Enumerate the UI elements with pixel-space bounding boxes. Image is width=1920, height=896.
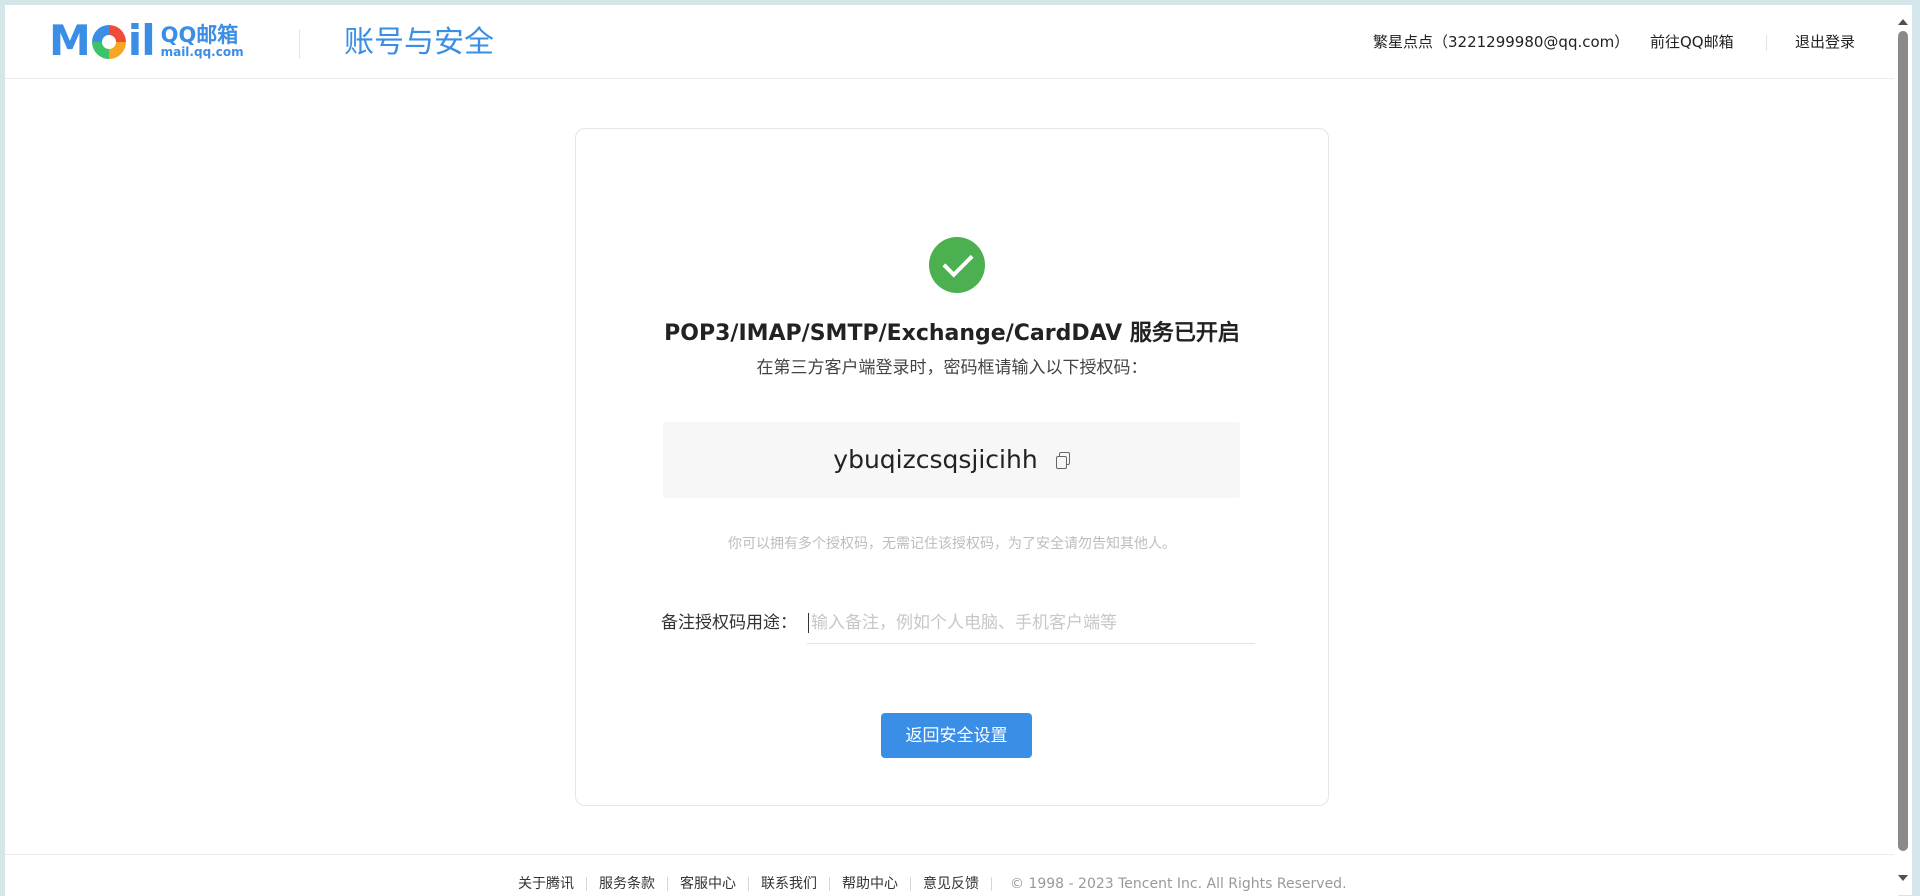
footer-separator <box>667 877 668 891</box>
copy-icon[interactable] <box>1055 452 1070 469</box>
footer-separator <box>829 877 830 891</box>
footer-link-service[interactable]: 客服中心 <box>680 875 736 893</box>
auth-code-card: POP3/IMAP/SMTP/Exchange/CardDAV 服务已开启 在第… <box>575 128 1329 806</box>
auth-code-box: ybuqizcsqsjicihh <box>663 422 1240 498</box>
logo-domain-text: mail.qq.com <box>160 44 244 59</box>
status-title: POP3/IMAP/SMTP/Exchange/CardDAV 服务已开启 <box>664 321 1240 346</box>
logout-link[interactable]: 退出登录 <box>1795 32 1855 52</box>
logo-circle-icon <box>91 25 126 59</box>
footer-separator <box>748 877 749 891</box>
status-subtitle: 在第三方客户端登录时，密码框请输入以下授权码： <box>756 358 1148 378</box>
copyright: © 1998 - 2023 Tencent Inc. All Rights Re… <box>1010 876 1347 892</box>
scroll-up-arrow-icon[interactable] <box>1898 19 1908 25</box>
scroll-down-arrow-icon[interactable] <box>1898 875 1908 881</box>
footer-separator <box>991 877 992 891</box>
footer-link-feedback[interactable]: 意见反馈 <box>923 875 979 893</box>
text-cursor <box>808 613 809 633</box>
header-divider <box>299 29 300 59</box>
user-info: 繁星点点（3221299980@qq.com） <box>1373 33 1630 51</box>
check-circle-icon <box>929 237 985 293</box>
header-link-divider <box>1766 35 1767 51</box>
footer-link-contact[interactable]: 联系我们 <box>761 875 817 893</box>
browser-page: Mil QQ邮箱 mail.qq.com 账号与安全 繁星点点（32212999… <box>5 5 1898 896</box>
footer: 关于腾讯 服务条款 客服中心 联系我们 帮助中心 意见反馈 © 1998 - 2… <box>5 854 1898 896</box>
auth-code[interactable]: ybuqizcsqsjicihh <box>833 445 1037 475</box>
footer-link-help[interactable]: 帮助中心 <box>842 875 898 893</box>
note-label: 备注授权码用途： <box>661 613 797 633</box>
logo-cn-text: QQ邮箱 <box>160 22 239 47</box>
logo-mark: Mil <box>49 16 156 65</box>
footer-link-about[interactable]: 关于腾讯 <box>518 875 574 893</box>
footer-link-terms[interactable]: 服务条款 <box>599 875 655 893</box>
scrollbar-thumb[interactable] <box>1898 31 1908 851</box>
vertical-scrollbar[interactable] <box>1894 5 1912 895</box>
header: Mil QQ邮箱 mail.qq.com 账号与安全 繁星点点（32212999… <box>5 5 1898 79</box>
go-to-mail-link[interactable]: 前往QQ邮箱 <box>1650 32 1734 52</box>
logo-text: QQ邮箱 mail.qq.com <box>161 24 244 59</box>
footer-separator <box>586 877 587 891</box>
page-title: 账号与安全 <box>344 25 494 60</box>
qq-mail-logo[interactable]: Mil QQ邮箱 mail.qq.com <box>49 19 244 63</box>
auth-code-hint: 你可以拥有多个授权码，无需记住该授权码，为了安全请勿告知其他人。 <box>728 536 1176 552</box>
footer-separator <box>910 877 911 891</box>
footer-links: 关于腾讯 服务条款 客服中心 联系我们 帮助中心 意见反馈 © 1998 - 2… <box>518 875 1347 893</box>
note-input[interactable] <box>807 603 1255 644</box>
back-to-security-button[interactable]: 返回安全设置 <box>881 713 1032 758</box>
